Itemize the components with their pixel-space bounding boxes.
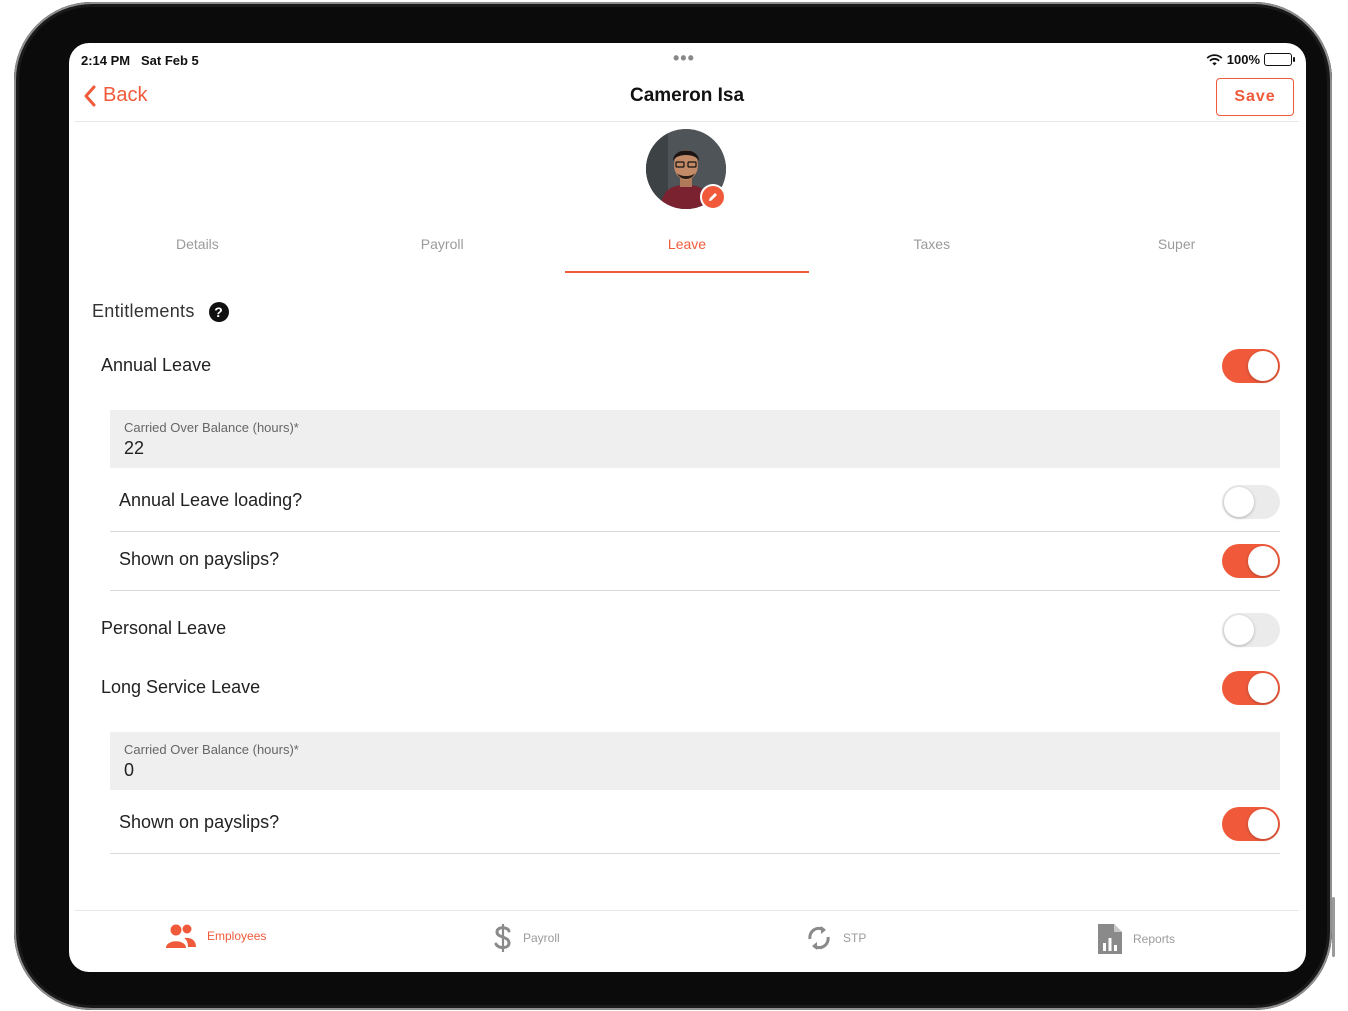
page-title: Cameron Isa — [629, 85, 745, 106]
pencil-icon — [709, 193, 717, 201]
long-service-leave-label: Long Service Leave — [101, 677, 261, 697]
tab-taxes[interactable]: Taxes — [809, 233, 1054, 273]
entitlements-heading: Entitlements ? — [92, 301, 229, 322]
battery-percent: 100% — [1226, 52, 1260, 67]
status-bar: 2:14 PM Sat Feb 5 ••• 100% — [69, 43, 1306, 77]
personal-leave-label: Personal Leave — [101, 618, 227, 638]
entitlements-title: Entitlements — [92, 301, 195, 321]
long-service-leave-toggle[interactable] — [1222, 671, 1280, 705]
dollar-icon — [494, 924, 511, 952]
annual-leave-loading-toggle[interactable] — [1222, 485, 1280, 519]
wifi-icon — [1206, 53, 1223, 65]
long-service-payslip-toggle[interactable] — [1222, 807, 1280, 841]
bottom-tab-reports[interactable]: Reports — [1097, 923, 1175, 955]
bottom-tab-payroll-label: Payroll — [523, 931, 560, 945]
bottom-tab-stp[interactable]: STP — [805, 923, 866, 953]
status-time: 2:14 PM Sat Feb 5 — [81, 53, 199, 68]
annual-leave-carried-over-label: Carried Over Balance (hours)* — [124, 420, 299, 435]
long-service-payslip-label: Shown on payslips? — [119, 812, 280, 832]
tab-details[interactable]: Details — [75, 233, 320, 273]
annual-leave-payslip-label: Shown on payslips? — [119, 549, 280, 569]
bottom-tab-employees[interactable]: Employees — [165, 923, 266, 949]
status-right: 100% — [1206, 52, 1295, 67]
tab-payroll[interactable]: Payroll — [320, 233, 565, 273]
tab-leave[interactable]: Leave — [564, 233, 810, 273]
people-icon — [166, 924, 196, 948]
side-button — [1332, 897, 1335, 957]
multitasking-dots[interactable]: ••• — [673, 49, 695, 67]
bottom-tab-bar: Employees Payroll STP Reports — [75, 910, 1299, 972]
bottom-tab-stp-label: STP — [843, 931, 867, 945]
edit-avatar-button[interactable] — [700, 184, 726, 210]
divider — [110, 531, 1280, 532]
report-icon — [1098, 924, 1122, 954]
annual-leave-label: Annual Leave — [101, 355, 212, 375]
long-service-carried-over-input[interactable] — [124, 760, 524, 781]
bottom-tab-employees-label: Employees — [207, 929, 267, 943]
section-tabs: Details Payroll Leave Taxes Super — [75, 233, 1299, 273]
annual-leave-carried-over-input[interactable] — [124, 438, 524, 459]
sync-icon — [808, 926, 830, 950]
long-service-carried-over-label: Carried Over Balance (hours)* — [124, 742, 299, 757]
divider — [110, 853, 1280, 854]
long-service-carried-over-field[interactable]: Carried Over Balance (hours)* — [110, 732, 1280, 790]
navigation-bar: Back Cameron Isa Save — [75, 75, 1299, 122]
divider — [110, 590, 1280, 591]
annual-leave-loading-label: Annual Leave loading? — [119, 490, 303, 510]
annual-leave-payslip-toggle[interactable] — [1222, 544, 1280, 578]
save-button[interactable]: Save — [1216, 78, 1294, 116]
bottom-tab-reports-label: Reports — [1133, 932, 1176, 946]
help-icon[interactable]: ? — [208, 301, 229, 322]
annual-leave-carried-over-field[interactable]: Carried Over Balance (hours)* — [110, 410, 1280, 468]
tab-super[interactable]: Super — [1054, 233, 1299, 273]
battery-icon — [1264, 53, 1295, 66]
personal-leave-toggle[interactable] — [1222, 613, 1280, 647]
annual-leave-toggle[interactable] — [1222, 349, 1280, 383]
bottom-tab-payroll[interactable]: Payroll — [493, 923, 560, 953]
screen: 2:14 PM Sat Feb 5 ••• 100% Back Cameron … — [69, 43, 1306, 972]
tablet-frame: 2:14 PM Sat Feb 5 ••• 100% Back Cameron … — [14, 2, 1335, 1010]
